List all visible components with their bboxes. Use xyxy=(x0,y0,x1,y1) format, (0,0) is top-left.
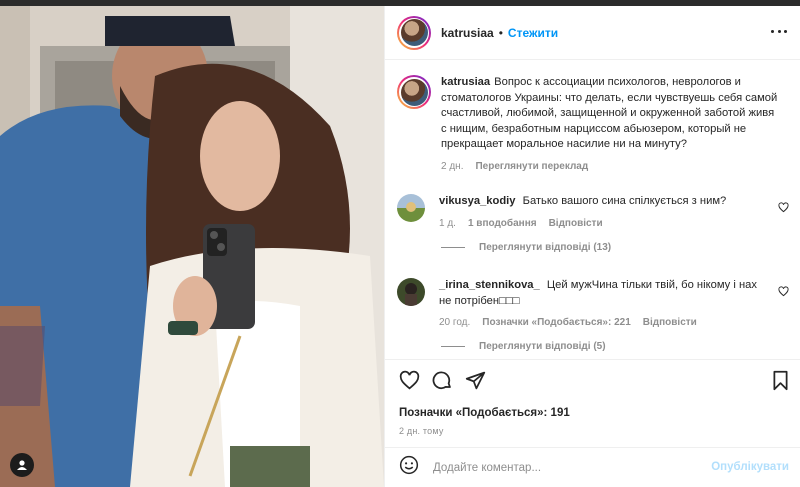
comment-input[interactable] xyxy=(433,461,693,474)
photo-illustration xyxy=(0,6,384,487)
comment-likes[interactable]: Позначки «Подобається»: 221 xyxy=(482,315,630,331)
follow-button[interactable]: Стежити xyxy=(508,26,558,40)
view-replies-label: Переглянути відповіді (5) xyxy=(479,341,606,352)
save-bookmark-icon[interactable] xyxy=(771,370,790,396)
comment-item: _irina_stennikova_ Цей мужЧина тільки тв… xyxy=(397,278,793,331)
comment-icon[interactable] xyxy=(432,370,453,396)
header-separator: • xyxy=(498,25,503,40)
comment-text-block: _irina_stennikova_ Цей мужЧина тільки тв… xyxy=(439,278,769,309)
instagram-post-modal: katrusiaa • Стежити katrusiaa Вопрос к ас… xyxy=(0,0,800,487)
post-caption: katrusiaa Вопрос к ассоциации психологов,… xyxy=(397,75,793,174)
post-photo[interactable] xyxy=(0,6,384,487)
comment-item: vikusya_kodiy Батько вашого сина спілкує… xyxy=(397,194,793,231)
caption-age: 2 дн. xyxy=(441,160,464,172)
post-header: katrusiaa • Стежити xyxy=(385,6,800,60)
publish-button[interactable]: Опублікувати xyxy=(711,461,789,473)
more-options-icon[interactable] xyxy=(771,26,787,36)
comment-age: 1 д. xyxy=(439,217,456,229)
likes-count[interactable]: Позначки «Подобається»: 191 xyxy=(399,407,570,419)
comment-meta: 20 год. Позначки «Подобається»: 221 Відп… xyxy=(439,315,769,331)
commenter-username[interactable]: vikusya_kodiy xyxy=(439,195,516,207)
comment-meta: 1 д. 1 вподобання Відповісти xyxy=(439,216,769,232)
post-timestamp: 2 дн. тому xyxy=(399,426,444,436)
reply-button[interactable]: Відповісти xyxy=(549,216,603,232)
tagged-users-icon[interactable] xyxy=(10,453,34,477)
commenter-username[interactable]: _irina_stennikova_ xyxy=(439,279,540,291)
author-avatar[interactable] xyxy=(397,15,431,50)
caption-text-block: katrusiaa Вопрос к ассоциации психологов,… xyxy=(441,75,781,153)
comment-text-block: vikusya_kodiy Батько вашого сина спілкує… xyxy=(439,194,769,210)
comment-composer: Опублікувати xyxy=(385,447,800,487)
reply-button[interactable]: Відповісти xyxy=(643,315,697,331)
action-icons xyxy=(397,370,793,396)
emoji-icon[interactable] xyxy=(399,455,419,480)
comments-list[interactable]: katrusiaa Вопрос к ассоциации психологов,… xyxy=(385,61,800,359)
share-icon[interactable] xyxy=(465,370,486,396)
caption-meta: 2 дн. Переглянути переклад xyxy=(441,159,781,175)
comment-text: Батько вашого сина спілкується з ним? xyxy=(522,195,727,207)
view-replies-button[interactable]: Переглянути відповіді (13) xyxy=(441,242,611,253)
like-icon[interactable] xyxy=(399,370,420,396)
commenter-avatar[interactable] xyxy=(397,278,425,306)
author-username[interactable]: katrusiaa xyxy=(441,26,494,40)
caption-username[interactable]: katrusiaa xyxy=(441,76,490,88)
view-replies-button[interactable]: Переглянути відповіді (5) xyxy=(441,341,606,352)
caption-avatar[interactable] xyxy=(397,75,431,109)
comment-likes[interactable]: 1 вподобання xyxy=(468,216,537,232)
comment-like-icon[interactable] xyxy=(778,284,789,302)
comment-age: 20 год. xyxy=(439,317,471,328)
caption-text: Вопрос к ассоциации психологов, невролог… xyxy=(441,76,778,150)
post-side-panel: katrusiaa • Стежити katrusiaa Вопрос к ас… xyxy=(384,6,800,487)
view-replies-label: Переглянути відповіді (13) xyxy=(479,242,612,253)
comment-like-icon[interactable] xyxy=(778,200,789,218)
see-translation-link[interactable]: Переглянути переклад xyxy=(475,159,588,175)
commenter-avatar[interactable] xyxy=(397,194,425,222)
